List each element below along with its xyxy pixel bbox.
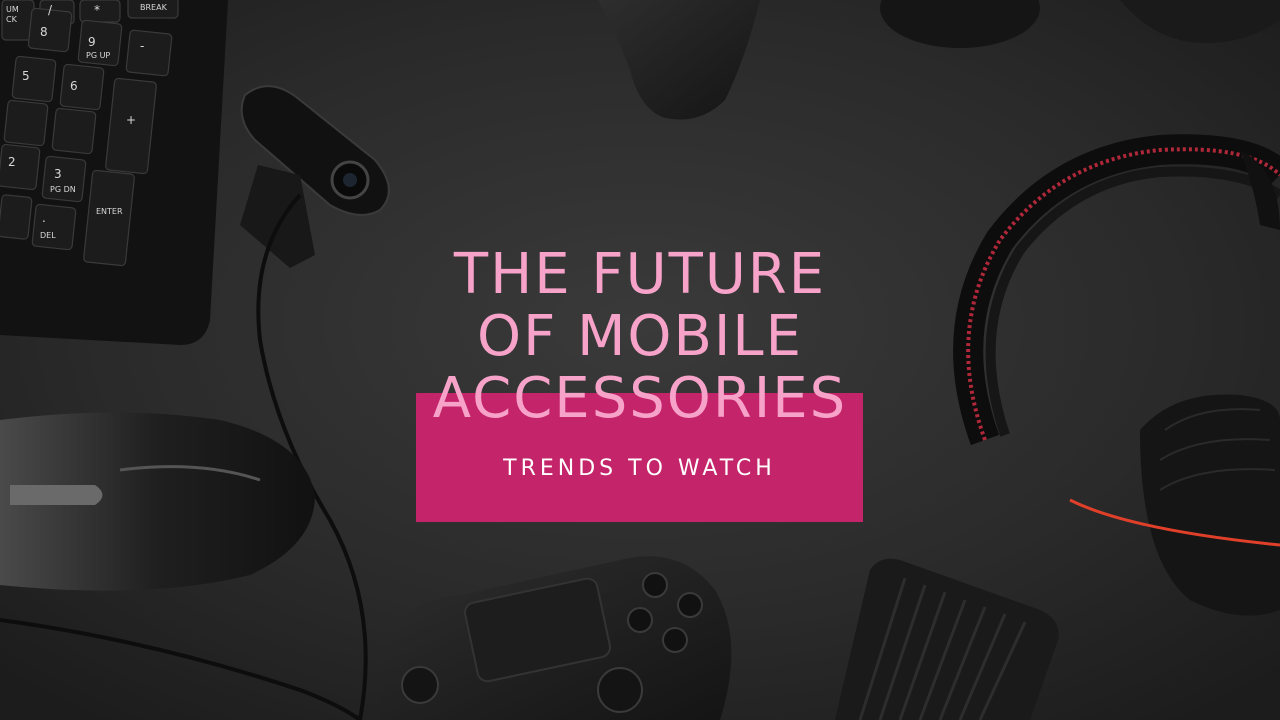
keyboard: BREAK UM CK / * - 8 9 PG UP + 5 6 2 3 PG…	[0, 0, 228, 345]
svg-text:PG UP: PG UP	[86, 51, 110, 60]
title-line-1: THE FUTURE	[453, 242, 827, 307]
svg-text:ENTER: ENTER	[96, 207, 123, 216]
svg-text:2: 2	[8, 155, 16, 169]
mouse	[0, 412, 315, 591]
svg-text:+: +	[126, 113, 136, 127]
title-slide: BREAK UM CK / * - 8 9 PG UP + 5 6 2 3 PG…	[0, 0, 1280, 720]
slide-title: THE FUTURE OF MOBILE ACCESSORIES	[380, 244, 900, 430]
svg-text:*: *	[94, 3, 100, 17]
key-break: BREAK	[140, 3, 168, 12]
svg-text:8: 8	[40, 25, 48, 39]
svg-text:5: 5	[22, 69, 30, 83]
title-line-2: OF MOBILE	[477, 304, 803, 369]
svg-text:PG DN: PG DN	[50, 185, 76, 194]
svg-text:9: 9	[88, 35, 96, 49]
svg-text:3: 3	[54, 167, 62, 181]
svg-text:-: -	[140, 39, 144, 53]
svg-text:6: 6	[70, 79, 78, 93]
svg-text:.: .	[42, 211, 46, 225]
svg-text:UM: UM	[6, 5, 19, 14]
svg-text:DEL: DEL	[40, 231, 56, 240]
title-line-3: ACCESSORIES	[432, 366, 848, 431]
slide-subtitle: TRENDS TO WATCH	[503, 456, 776, 481]
svg-text:CK: CK	[6, 15, 18, 24]
